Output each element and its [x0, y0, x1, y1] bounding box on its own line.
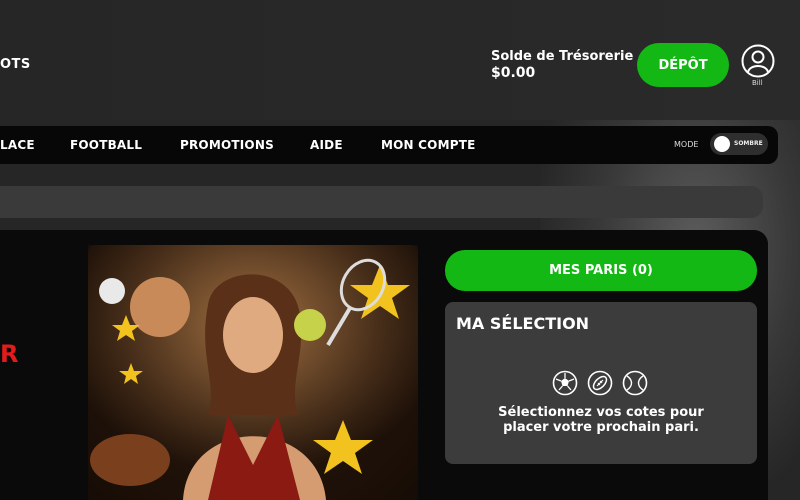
treasury-label: Solde de Trésorerie [491, 49, 634, 64]
soccer-ball-icon [552, 370, 578, 396]
treasury-amount: $0.00 [491, 65, 536, 81]
user-name: Bill [752, 79, 763, 87]
treasury-balance: Solde de Trésorerie $0.00 [491, 49, 633, 81]
selection-title: MA SÉLECTION [456, 314, 590, 333]
brand-logo-text[interactable]: OTS [0, 57, 31, 72]
american-football-icon [587, 370, 613, 396]
user-avatar-icon[interactable] [741, 44, 775, 78]
promo-partial-text: R [0, 340, 19, 368]
nav-item-aide[interactable]: AIDE [310, 138, 343, 152]
nav-item-football[interactable]: FOOTBALL [70, 138, 142, 152]
nav-item-place[interactable]: LACE [0, 138, 35, 152]
toggle-knob [714, 136, 730, 152]
my-bets-button[interactable]: MES PARIS (0) [445, 250, 757, 291]
empty-selection-message: Sélectionnez vos cotes pour placer votre… [498, 405, 704, 435]
mode-label: MODE [674, 140, 699, 149]
dark-mode-toggle[interactable]: SOMBRE [710, 133, 768, 155]
nav-item-promotions[interactable]: PROMOTIONS [180, 138, 274, 152]
nav-item-mon-compte[interactable]: MON COMPTE [381, 138, 476, 152]
sport-icons-row [552, 370, 648, 396]
main-navigation: LACE FOOTBALL PROMOTIONS AIDE MON COMPTE… [0, 126, 778, 164]
search-bar[interactable] [0, 186, 763, 218]
mode-value: SOMBRE [734, 140, 763, 147]
bet-selection-panel: MA SÉLECTION Sélectionnez vos cotes pour… [445, 302, 757, 464]
deposit-button[interactable]: DÉPÔT [637, 43, 729, 87]
promo-banner-image[interactable] [88, 245, 418, 500]
top-header: OTS Solde de Trésorerie $0.00 DÉPÔT Bill [0, 0, 800, 120]
tennis-ball-icon [622, 370, 648, 396]
